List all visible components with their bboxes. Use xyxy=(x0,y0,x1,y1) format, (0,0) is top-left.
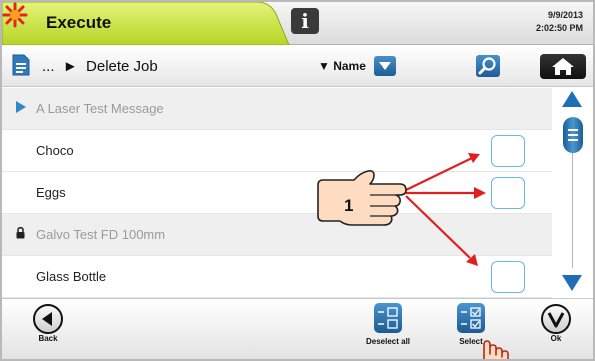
laser-star-icon xyxy=(2,2,28,28)
sort-label[interactable]: ▼ Name xyxy=(318,59,366,73)
list-item[interactable]: Glass Bottle xyxy=(2,256,552,298)
page-title: Execute xyxy=(46,13,112,32)
date-text: 9/9/2013 xyxy=(547,10,583,20)
datetime-display: 9/9/2013 2:02:50 PM xyxy=(536,9,583,35)
home-button[interactable] xyxy=(540,54,586,79)
list-item-label: Choco xyxy=(36,143,74,158)
list-item[interactable]: Choco xyxy=(2,130,552,172)
select-all-icon xyxy=(457,303,485,333)
list-item-label: Eggs xyxy=(36,185,66,200)
app-window: Execute i 9/9/2013 2:02:50 PM ... ► Dele… xyxy=(0,0,595,361)
select-checkbox[interactable] xyxy=(491,261,525,293)
scrollbar[interactable] xyxy=(552,88,593,298)
deselect-all-icon xyxy=(374,303,402,333)
chevron-down-icon xyxy=(379,62,391,70)
header-bar: Execute i 9/9/2013 2:02:50 PM xyxy=(2,2,593,45)
job-list: A Laser Test Message Choco Eggs Galvo Te… xyxy=(2,88,552,298)
select-all-label: Select xyxy=(459,337,483,346)
breadcrumb[interactable]: ... ► Delete Job xyxy=(42,58,158,75)
search-button[interactable] xyxy=(476,55,500,77)
ok-label: Ok xyxy=(550,334,562,343)
list-item-folder[interactable]: A Laser Test Message xyxy=(2,88,552,130)
select-checkbox[interactable] xyxy=(491,177,525,209)
deselect-all-button[interactable]: Deselect all xyxy=(358,303,418,346)
footer-bar: Back Deselect all Select Ok xyxy=(2,298,593,359)
list-item[interactable]: Eggs xyxy=(2,172,552,214)
list-item-label: Galvo Test FD 100mm xyxy=(36,227,166,242)
title-tab: Execute xyxy=(2,2,290,45)
time-text: 2:02:50 PM xyxy=(535,23,583,33)
home-icon xyxy=(552,58,574,75)
lock-icon xyxy=(16,227,25,239)
list-item-label: Glass Bottle xyxy=(36,269,107,284)
list-item-locked-folder[interactable]: Galvo Test FD 100mm xyxy=(2,214,552,256)
folder-arrow-icon xyxy=(16,101,26,113)
select-checkbox[interactable] xyxy=(491,135,525,167)
select-all-button[interactable]: Select xyxy=(446,303,496,346)
back-button[interactable]: Back xyxy=(31,304,65,343)
info-icon: i xyxy=(301,9,309,33)
sort-dropdown-button[interactable] xyxy=(374,56,396,76)
back-label: Back xyxy=(38,334,58,343)
checkmark-icon xyxy=(541,304,571,334)
back-arrow-icon xyxy=(33,304,63,334)
scroll-thumb[interactable] xyxy=(563,117,583,153)
info-button[interactable]: i xyxy=(291,8,319,34)
ok-button[interactable]: Ok xyxy=(539,304,573,343)
toolbar: ... ► Delete Job ▼ Name xyxy=(2,46,593,87)
list-item-label: A Laser Test Message xyxy=(36,101,164,116)
search-icon xyxy=(478,57,496,75)
scroll-down-arrow-icon[interactable] xyxy=(561,274,583,292)
deselect-all-label: Deselect all xyxy=(365,337,411,346)
document-icon xyxy=(12,54,30,76)
scroll-up-arrow-icon[interactable] xyxy=(561,90,583,108)
